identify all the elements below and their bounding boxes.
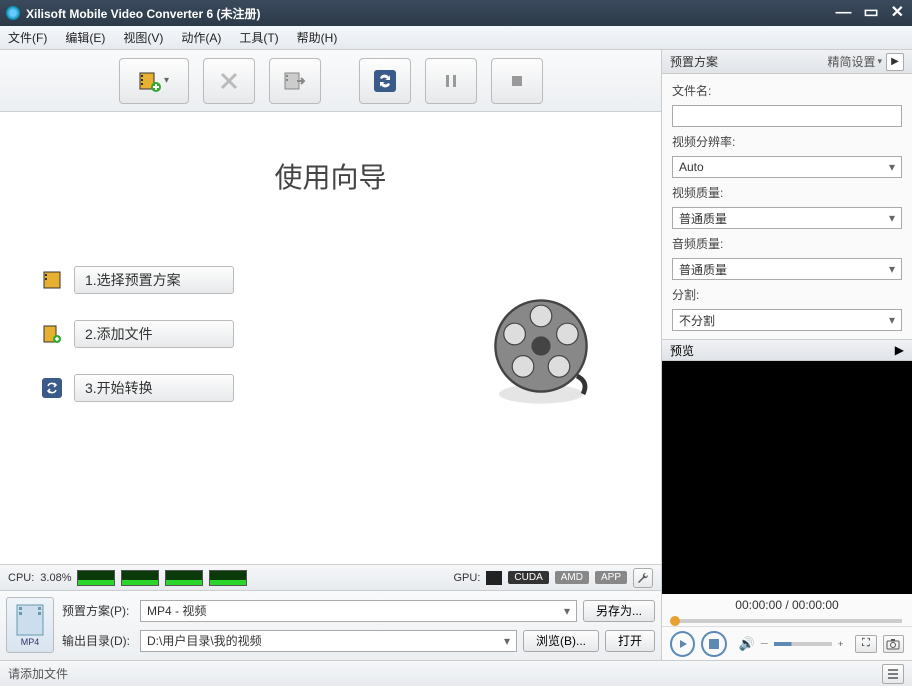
- delete-button[interactable]: [203, 58, 255, 104]
- preset-form: 文件名: 视频分辨率: Auto 视频质量: 普通质量 音频质量: 普通质量 分…: [662, 74, 912, 339]
- step-select-preset-button[interactable]: 1.选择预置方案: [74, 266, 234, 294]
- wizard-area: 使用向导 1.选择预置方案 2.添加文件 3.开始转换: [0, 112, 661, 564]
- output-label: 输出目录(D):: [62, 632, 134, 649]
- filename-input[interactable]: [672, 105, 902, 127]
- open-button[interactable]: 打开: [605, 630, 655, 652]
- stop-icon: [709, 639, 719, 649]
- app-badge: APP: [595, 571, 627, 584]
- bottom-panel: MP4 预置方案(P): MP4 - 视频 另存为... 输出目录(D): D:…: [0, 590, 661, 660]
- titlebar: Xilisoft Mobile Video Converter 6 (未注册) …: [0, 0, 912, 26]
- cpu-value: 3.08%: [40, 572, 71, 584]
- list-icon: [887, 668, 899, 680]
- preset-combo[interactable]: MP4 - 视频: [140, 600, 577, 622]
- cpu-meter-4: [209, 570, 247, 586]
- close-button[interactable]: ✕: [889, 6, 906, 20]
- aquality-select[interactable]: 普通质量: [672, 258, 902, 280]
- filmstrip-plus-icon: [40, 322, 64, 346]
- settings-button[interactable]: [633, 568, 653, 588]
- snapshot-button[interactable]: [883, 635, 904, 653]
- play-icon: [677, 638, 689, 650]
- status-text: 请添加文件: [8, 665, 68, 682]
- cpu-meter-3: [165, 570, 203, 586]
- volume-icon[interactable]: 🔊: [739, 636, 755, 652]
- vquality-select[interactable]: 普通质量: [672, 207, 902, 229]
- cuda-badge: CUDA: [508, 571, 548, 584]
- stop-icon: [505, 69, 529, 93]
- pause-icon: [439, 69, 463, 93]
- minimize-button[interactable]: —: [833, 6, 853, 20]
- play-button[interactable]: [670, 631, 695, 657]
- add-profile-button[interactable]: [269, 58, 321, 104]
- cpu-label: CPU:: [8, 572, 34, 584]
- menu-tools[interactable]: 工具(T): [239, 29, 278, 46]
- output-combo[interactable]: D:\用户目录\我的视频: [140, 630, 517, 652]
- amd-badge: AMD: [555, 571, 589, 584]
- stop-button[interactable]: [491, 58, 543, 104]
- time-display: 00:00:00 / 00:00:00: [662, 594, 912, 616]
- stop-preview-button[interactable]: [701, 631, 726, 657]
- gpu-label: GPU:: [454, 572, 481, 584]
- menu-help[interactable]: 帮助(H): [297, 29, 338, 46]
- collapse-preview-button[interactable]: ▶: [895, 343, 904, 357]
- seek-slider[interactable]: [672, 619, 902, 623]
- list-view-button[interactable]: [882, 664, 904, 684]
- menu-file[interactable]: 文件(F): [8, 29, 47, 46]
- aquality-label: 音频质量:: [672, 235, 902, 252]
- nvidia-icon: [486, 571, 502, 585]
- camera-icon: [886, 638, 900, 650]
- statusbar: 请添加文件: [0, 660, 912, 686]
- filename-label: 文件名:: [672, 82, 902, 99]
- maximize-button[interactable]: ▭: [861, 6, 880, 20]
- preview-area: [662, 361, 912, 594]
- preview-title: 预览: [670, 342, 694, 359]
- collapse-preset-button[interactable]: ▶: [886, 53, 904, 71]
- menu-action[interactable]: 动作(A): [181, 29, 221, 46]
- preset-mode-label[interactable]: 精简设置: [827, 53, 875, 70]
- filmstrip-arrow-icon: [283, 69, 307, 93]
- filmstrip-icon: [40, 268, 64, 292]
- save-as-button[interactable]: 另存为...: [583, 600, 655, 622]
- pause-button[interactable]: [425, 58, 477, 104]
- wrench-icon: [637, 572, 649, 584]
- convert-button[interactable]: [359, 58, 411, 104]
- refresh-icon: [373, 69, 397, 93]
- vquality-label: 视频质量:: [672, 184, 902, 201]
- split-select[interactable]: 不分割: [672, 309, 902, 331]
- menu-edit[interactable]: 编辑(E): [65, 29, 105, 46]
- filmstrip-plus-icon: [138, 69, 162, 93]
- volume-slider[interactable]: [774, 642, 832, 646]
- browse-button[interactable]: 浏览(B)...: [523, 630, 599, 652]
- cpu-bar: CPU: 3.08% GPU: CUDA AMD APP: [0, 564, 661, 590]
- menubar: 文件(F) 编辑(E) 视图(V) 动作(A) 工具(T) 帮助(H): [0, 26, 912, 50]
- step-start-convert-button[interactable]: 3.开始转换: [74, 374, 234, 402]
- preview-header: 预览 ▶: [662, 339, 912, 361]
- resolution-label: 视频分辨率:: [672, 133, 902, 150]
- play-controls: 🔊 — + ⛶: [662, 626, 912, 660]
- preset-header-title: 预置方案: [670, 53, 718, 70]
- mp4-preset-icon: MP4: [6, 597, 54, 653]
- add-file-button[interactable]: ▾: [119, 58, 189, 104]
- window-title: Xilisoft Mobile Video Converter 6 (未注册): [26, 5, 833, 22]
- resolution-select[interactable]: Auto: [672, 156, 902, 178]
- refresh-icon: [40, 376, 64, 400]
- cpu-meter-2: [121, 570, 159, 586]
- wizard-title: 使用向导: [10, 156, 651, 196]
- menu-view[interactable]: 视图(V): [123, 29, 163, 46]
- mute-icon: —: [761, 640, 768, 647]
- fullscreen-button[interactable]: ⛶: [855, 635, 876, 653]
- split-label: 分割:: [672, 286, 902, 303]
- preset-header: 预置方案 精简设置 ▾ ▶: [662, 50, 912, 74]
- cpu-meter-1: [77, 570, 115, 586]
- x-icon: [217, 69, 241, 93]
- step-add-file-button[interactable]: 2.添加文件: [74, 320, 234, 348]
- film-reel-icon: [481, 292, 601, 415]
- preset-label: 预置方案(P):: [62, 602, 134, 619]
- app-logo-icon: [6, 6, 20, 20]
- toolbar: ▾: [0, 50, 661, 112]
